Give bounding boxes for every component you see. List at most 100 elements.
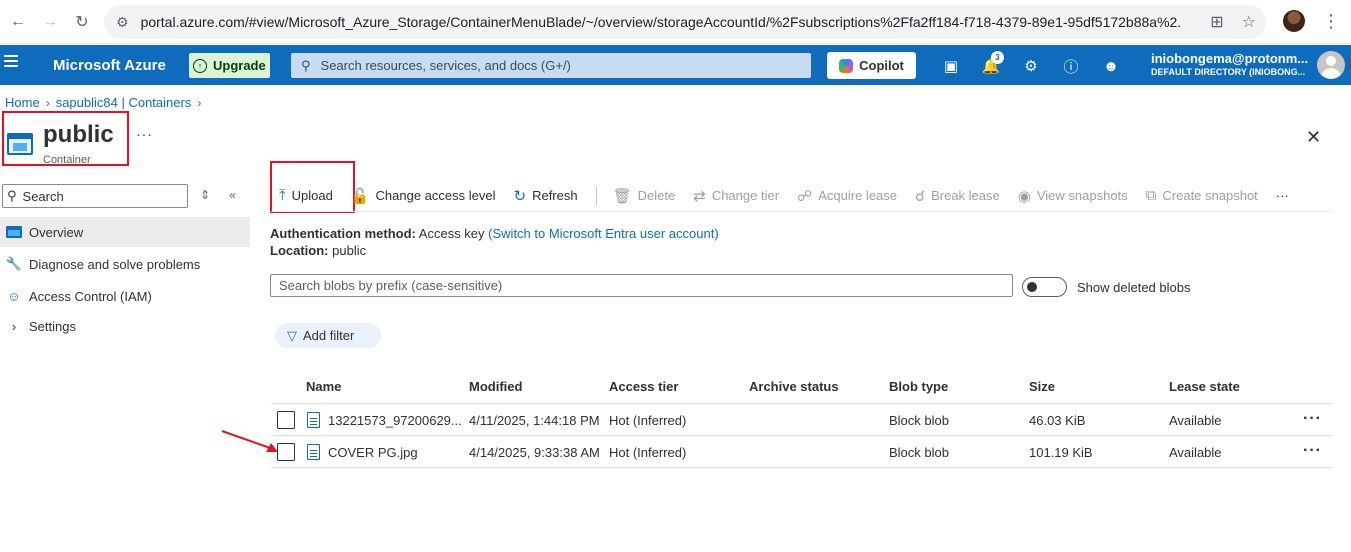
file-icon [307, 412, 320, 428]
acquire-lease-button[interactable]: ☍ Acquire lease [797, 187, 897, 205]
install-app-icon[interactable]: ⊞ [1210, 12, 1223, 32]
column-header-lease-state[interactable]: Lease state [1169, 379, 1240, 394]
sidebar-item-settings[interactable]: › Settings [0, 311, 250, 341]
command-bar: ⤒ Upload 🔓 Change access level ↻ Refresh… [271, 180, 1331, 212]
row-checkbox[interactable] [277, 411, 295, 429]
file-icon [307, 444, 320, 460]
column-header-size[interactable]: Size [1029, 379, 1055, 394]
upload-label: Upload [291, 188, 333, 203]
blob-lease-state: Available [1169, 413, 1222, 428]
add-filter-label: Add filter [303, 328, 355, 343]
collapse-sidebar-icon[interactable]: « [229, 188, 236, 202]
column-header-modified[interactable]: Modified [469, 379, 522, 394]
azure-header: Microsoft Azure ↑ Upgrade ⚲ Search resou… [0, 45, 1351, 85]
forward-arrow-icon[interactable]: → [36, 8, 64, 36]
add-filter-button[interactable]: ▽ Add filter [275, 323, 381, 348]
settings-gear-icon[interactable]: ⚙ [1021, 56, 1041, 76]
column-header-name[interactable]: Name [306, 379, 341, 394]
change-access-level-button[interactable]: 🔓 Change access level [351, 187, 496, 205]
browser-toolbar: ← → ↻ ⚙ portal.azure.com/#view/Microsoft… [0, 0, 1351, 44]
refresh-button[interactable]: ↻ Refresh [514, 187, 578, 205]
toolbar-more-button[interactable]: ··· [1276, 188, 1289, 203]
copilot-button[interactable]: Copilot [827, 52, 916, 79]
sidebar-item-label: Overview [29, 224, 84, 240]
brand-link[interactable]: Microsoft Azure [53, 57, 166, 74]
browser-menu-icon[interactable]: ⋮ [1322, 11, 1340, 32]
change-tier-button[interactable]: ⇄ Change tier [693, 187, 779, 205]
row-more-button[interactable]: ··· [1303, 442, 1322, 460]
column-header-archive-status[interactable]: Archive status [749, 379, 839, 394]
breadcrumb-parent[interactable]: sapublic84 | Containers [56, 95, 192, 110]
blob-modified: 4/14/2025, 9:33:38 AM [469, 445, 600, 460]
break-lease-button[interactable]: ☌ Break lease [915, 187, 1000, 205]
search-icon: ⚲ [301, 57, 311, 73]
annotation-arrow-icon [221, 430, 278, 452]
chevron-right-icon: › [11, 318, 17, 334]
url-text[interactable]: portal.azure.com/#view/Microsoft_Azure_S… [141, 14, 1181, 30]
global-search-placeholder: Search resources, services, and docs (G+… [320, 58, 571, 73]
upload-button[interactable]: ⤒ Upload [279, 187, 333, 204]
site-info-icon[interactable]: ⚙ [116, 14, 129, 31]
snapshot-icon: ⧉ [1145, 187, 1157, 204]
trash-icon: 🗑 [612, 187, 632, 205]
location-label: Location: [270, 243, 329, 258]
blob-prefix-search-input[interactable]: Search blobs by prefix (case-sensitive) [270, 274, 1013, 297]
global-search-input[interactable]: ⚲ Search resources, services, and docs (… [291, 53, 811, 78]
sidebar-item-diagnose[interactable]: 🔧 Diagnose and solve problems [0, 249, 250, 279]
blob-name-link[interactable]: COVER PG.jpg [328, 445, 418, 460]
auth-label: Authentication method: [270, 226, 416, 241]
close-icon[interactable]: ✕ [1306, 127, 1321, 148]
account-menu[interactable]: iniobongema@protonm... DEFAULT DIRECTORY… [1151, 51, 1311, 77]
upload-arrow-icon: ⤒ [279, 187, 286, 204]
sidebar-item-label: Diagnose and solve problems [29, 256, 201, 272]
breadcrumb-home[interactable]: Home [5, 95, 40, 110]
toolbar-divider [595, 186, 597, 205]
view-snapshots-button[interactable]: ◉ View snapshots [1018, 187, 1128, 205]
title-more-button[interactable]: ··· [136, 126, 153, 142]
column-header-blob-type[interactable]: Blob type [889, 379, 948, 394]
address-bar[interactable]: ⚙ portal.azure.com/#view/Microsoft_Azure… [104, 5, 1266, 39]
change-tier-label: Change tier [711, 188, 780, 203]
browser-profile-avatar[interactable] [1283, 10, 1305, 32]
show-deleted-toggle[interactable] [1022, 277, 1067, 297]
hamburger-menu-icon[interactable] [4, 55, 18, 67]
blob-access-tier: Hot (Inferred) [609, 445, 687, 460]
chevron-right-icon: › [197, 95, 202, 110]
blob-name-link[interactable]: 13221573_97200629... [328, 413, 462, 428]
sidebar-item-access-control[interactable]: ☺ Access Control (IAM) [0, 281, 250, 311]
cloud-shell-icon[interactable]: ▣ [941, 56, 961, 76]
header-divider [271, 403, 1331, 404]
notification-count-badge: 3 [991, 51, 1004, 64]
broken-link-icon: ☌ [915, 187, 926, 205]
sidebar-item-label: Access Control (IAM) [29, 288, 152, 304]
feedback-icon[interactable]: ☻ [1101, 56, 1121, 76]
page-title: public [43, 121, 114, 148]
sidebar-item-overview[interactable]: Overview [0, 217, 250, 247]
help-question-icon[interactable]: ⓘ [1061, 56, 1081, 76]
delete-button[interactable]: 🗑 Delete [613, 187, 676, 205]
auth-value: Access key [418, 226, 485, 241]
create-snapshot-button[interactable]: ⧉ Create snapshot [1146, 187, 1258, 204]
more-icon: ··· [1275, 188, 1289, 203]
sort-updown-icon[interactable]: ⇕ [200, 188, 210, 202]
people-icon: ☺ [7, 288, 21, 304]
blob-type: Block blob [889, 413, 949, 428]
prefix-search-placeholder: Search blobs by prefix (case-sensitive) [279, 278, 503, 293]
column-header-access-tier[interactable]: Access tier [609, 379, 678, 394]
filter-add-icon: ▽ [287, 327, 297, 343]
reload-icon[interactable]: ↻ [68, 8, 96, 36]
sidebar-search-input[interactable]: ⚲ Search [2, 184, 188, 208]
row-more-button[interactable]: ··· [1303, 410, 1322, 428]
back-arrow-icon[interactable]: ← [4, 8, 32, 36]
row-divider [271, 435, 1331, 436]
user-avatar[interactable] [1317, 51, 1345, 79]
user-directory: DEFAULT DIRECTORY (INIOBONG... [1151, 67, 1306, 77]
user-name: iniobongema@protonm... [1151, 51, 1309, 66]
location-line: Location: public [270, 243, 366, 258]
upgrade-button[interactable]: ↑ Upgrade [189, 53, 270, 78]
auth-method-line: Authentication method: Access key (Switc… [270, 226, 719, 241]
delete-label: Delete [637, 188, 676, 203]
lock-icon: 🔓 [350, 187, 370, 205]
switch-auth-link[interactable]: (Switch to Microsoft Entra user account) [488, 226, 718, 241]
bookmark-star-icon[interactable]: ☆ [1242, 12, 1256, 32]
